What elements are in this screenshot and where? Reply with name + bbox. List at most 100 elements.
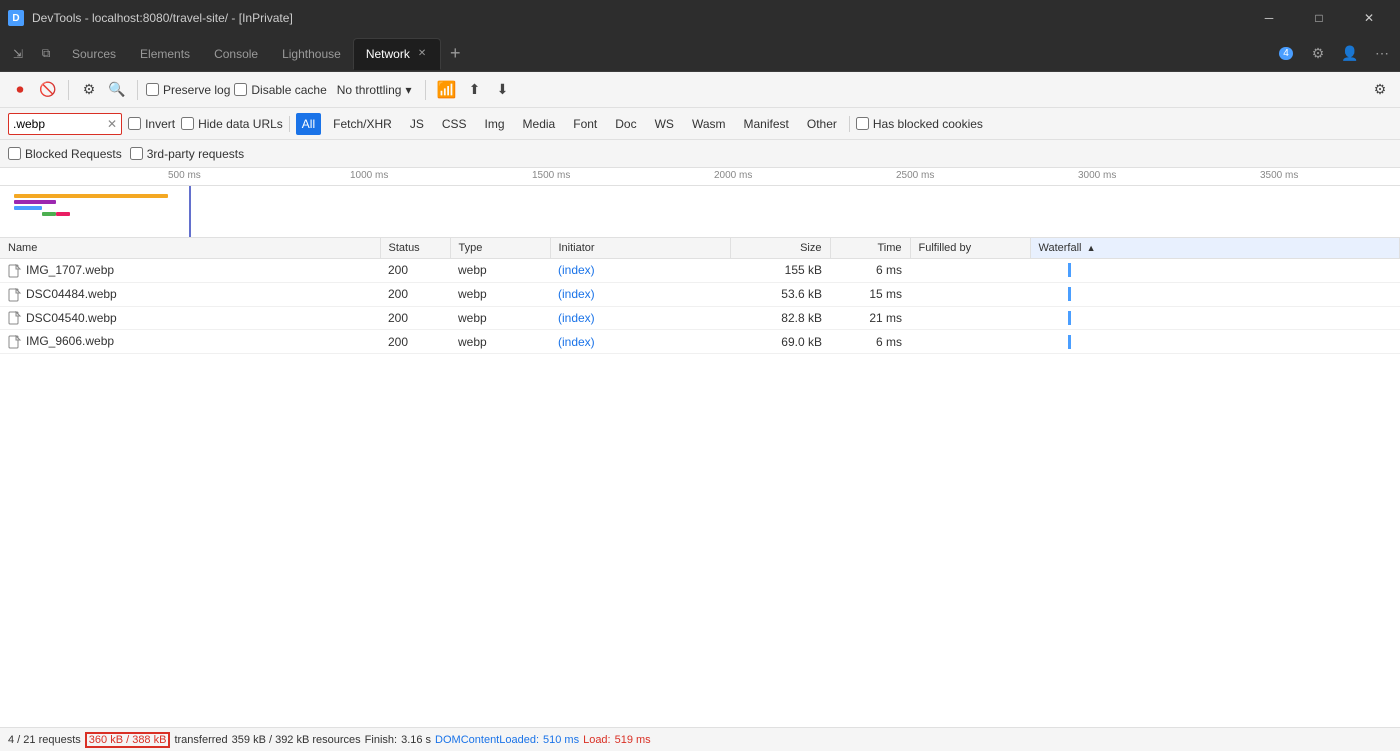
tab-elements[interactable]: Elements	[128, 38, 202, 70]
separator-2	[137, 80, 138, 100]
finish-label: Finish:	[365, 734, 397, 746]
filter-js-button[interactable]: JS	[404, 113, 430, 135]
more-button[interactable]: ⋯	[1368, 40, 1396, 68]
filter-all-button[interactable]: All	[296, 113, 321, 135]
cell-initiator: (index)	[550, 330, 730, 354]
th-size[interactable]: Size	[730, 238, 830, 259]
cell-type: webp	[450, 259, 550, 283]
tab-lighthouse[interactable]: Lighthouse	[270, 38, 353, 70]
tab-sources[interactable]: Sources	[60, 38, 128, 70]
devtools-panel: ⏺ 🚫 ⚙ 🔍 Preserve log Disable cache No th…	[0, 72, 1400, 751]
settings-button[interactable]: ⚙	[1304, 40, 1332, 68]
tabbar: ⇲ ⧉ Sources Elements Console Lighthouse …	[0, 36, 1400, 72]
th-name[interactable]: Name	[0, 238, 380, 259]
download-button[interactable]: ⬇	[490, 78, 514, 102]
separator-3	[425, 80, 426, 100]
separator-1	[68, 80, 69, 100]
dom-loaded-value: 510 ms	[543, 734, 579, 746]
th-time[interactable]: Time	[830, 238, 910, 259]
tab-sources-label: Sources	[72, 47, 116, 61]
notifications-button[interactable]: 4	[1272, 40, 1300, 68]
filter-icon-button[interactable]: ⚙	[77, 78, 101, 102]
invert-checkbox[interactable]	[128, 117, 141, 130]
clear-button[interactable]: 🚫	[36, 78, 60, 102]
waterfall-dot	[1068, 311, 1071, 325]
third-party-label[interactable]: 3rd-party requests	[130, 147, 244, 161]
filter-other-button[interactable]: Other	[801, 113, 843, 135]
third-party-text: 3rd-party requests	[147, 147, 244, 161]
preserve-log-checkbox[interactable]	[146, 83, 159, 96]
filter-doc-button[interactable]: Doc	[609, 113, 642, 135]
network-toolbar-3: Blocked Requests 3rd-party requests	[0, 140, 1400, 168]
th-waterfall[interactable]: Waterfall ▲	[1030, 238, 1400, 259]
search-clear-button[interactable]: ✕	[107, 117, 117, 131]
blocked-requests-text: Blocked Requests	[25, 147, 122, 161]
minimize-button[interactable]: ─	[1246, 0, 1292, 36]
search-input[interactable]	[13, 117, 103, 131]
blocked-requests-checkbox[interactable]	[8, 147, 21, 160]
record-button[interactable]: ⏺	[8, 78, 32, 102]
initiator-link[interactable]: (index)	[558, 263, 595, 277]
wifi-icon[interactable]: 📶	[434, 78, 458, 102]
new-tab-button[interactable]: +	[441, 40, 469, 68]
table-row[interactable]: DSC04540.webp 200 webp (index) 82.8 kB 2…	[0, 306, 1400, 330]
close-button[interactable]: ✕	[1346, 0, 1392, 36]
initiator-link[interactable]: (index)	[558, 335, 595, 349]
filter-img-button[interactable]: Img	[479, 113, 511, 135]
filter-font-button[interactable]: Font	[567, 113, 603, 135]
network-table-container[interactable]: Name Status Type Initiator Size	[0, 238, 1400, 727]
disable-cache-label[interactable]: Disable cache	[234, 83, 326, 97]
has-blocked-label[interactable]: Has blocked cookies	[856, 117, 983, 131]
blocked-requests-label[interactable]: Blocked Requests	[8, 147, 122, 161]
invert-label[interactable]: Invert	[128, 117, 175, 131]
new-tab-icon[interactable]: ⧉	[32, 40, 60, 68]
request-count: 4 / 21 requests	[8, 734, 81, 746]
network-toolbar-1: ⏺ 🚫 ⚙ 🔍 Preserve log Disable cache No th…	[0, 72, 1400, 108]
upload-button[interactable]: ⬆	[462, 78, 486, 102]
account-button[interactable]: 👤	[1336, 40, 1364, 68]
search-button[interactable]: 🔍	[105, 78, 129, 102]
initiator-link[interactable]: (index)	[558, 287, 595, 301]
cell-status: 200	[380, 330, 450, 354]
hide-data-urls-label[interactable]: Hide data URLs	[181, 117, 283, 131]
cast-icon[interactable]: ⇲	[4, 40, 32, 68]
th-type[interactable]: Type	[450, 238, 550, 259]
dom-loaded-label: DOMContentLoaded:	[435, 734, 539, 746]
filter-ws-button[interactable]: WS	[649, 113, 680, 135]
disable-cache-checkbox[interactable]	[234, 83, 247, 96]
filter-media-button[interactable]: Media	[517, 113, 562, 135]
tab-network-close[interactable]: ✕	[416, 46, 428, 61]
waterfall-dot	[1068, 287, 1071, 301]
tab-elements-label: Elements	[140, 47, 190, 61]
filter-css-button[interactable]: CSS	[436, 113, 473, 135]
filter-separator-1	[289, 116, 290, 132]
table-row[interactable]: IMG_9606.webp 200 webp (index) 69.0 kB 6…	[0, 330, 1400, 354]
filter-fetch-button[interactable]: Fetch/XHR	[327, 113, 398, 135]
preserve-log-label[interactable]: Preserve log	[146, 83, 230, 97]
waterfall-bar	[1038, 287, 1392, 301]
cell-size: 82.8 kB	[730, 306, 830, 330]
third-party-checkbox[interactable]	[130, 147, 143, 160]
th-status[interactable]: Status	[380, 238, 450, 259]
tick-3000ms: 3000 ms	[1078, 170, 1116, 181]
th-initiator[interactable]: Initiator	[550, 238, 730, 259]
hide-data-urls-checkbox[interactable]	[181, 117, 194, 130]
table-row[interactable]: IMG_1707.webp 200 webp (index) 155 kB 6 …	[0, 259, 1400, 283]
has-blocked-checkbox[interactable]	[856, 117, 869, 130]
tick-500ms: 500 ms	[168, 170, 201, 181]
throttle-button[interactable]: No throttling ▾	[331, 81, 418, 99]
transferred-highlight: 360 kB / 388 kB	[85, 732, 171, 748]
initiator-link[interactable]: (index)	[558, 311, 595, 325]
tab-network[interactable]: Network ✕	[353, 38, 441, 70]
timeline[interactable]: 500 ms 1000 ms 1500 ms 2000 ms 2500 ms 3…	[0, 168, 1400, 238]
table-row[interactable]: DSC04484.webp 200 webp (index) 53.6 kB 1…	[0, 282, 1400, 306]
cell-type: webp	[450, 306, 550, 330]
filter-manifest-button[interactable]: Manifest	[738, 113, 795, 135]
table-header: Name Status Type Initiator Size	[0, 238, 1400, 259]
cell-initiator: (index)	[550, 282, 730, 306]
filter-wasm-button[interactable]: Wasm	[686, 113, 732, 135]
th-fulfilled[interactable]: Fulfilled by	[910, 238, 1030, 259]
maximize-button[interactable]: □	[1296, 0, 1342, 36]
network-settings-button[interactable]: ⚙	[1368, 78, 1392, 102]
tab-console[interactable]: Console	[202, 38, 270, 70]
